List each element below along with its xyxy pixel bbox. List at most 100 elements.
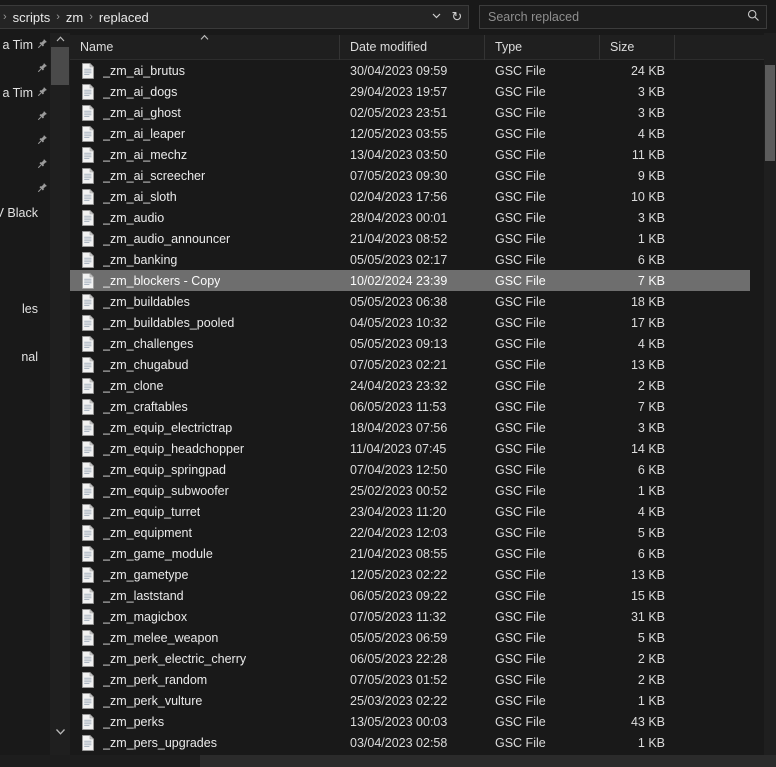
column-header-type[interactable]: Type bbox=[485, 34, 600, 60]
nav-pane-item[interactable] bbox=[0, 321, 50, 345]
nav-pane-item[interactable]: nal bbox=[0, 345, 50, 369]
nav-pane-item[interactable]: d IV Black bbox=[0, 201, 50, 225]
file-name-cell[interactable]: _zm_buildables_pooled bbox=[70, 314, 340, 331]
file-row[interactable]: _zm_perk_electric_cherry 06/05/2023 22:28… bbox=[70, 648, 750, 669]
file-name-cell[interactable]: _zm_game_module bbox=[70, 545, 340, 562]
file-row[interactable]: _zm_audio 28/04/2023 00:01 GSC File 3 KB bbox=[70, 207, 750, 228]
breadcrumb-item-replaced[interactable]: replaced bbox=[94, 8, 154, 27]
file-name-cell[interactable]: _zm_blockers - Copy bbox=[70, 272, 340, 289]
file-row[interactable]: _zm_blockers - Copy 10/02/2024 23:39 GSC F… bbox=[70, 270, 750, 291]
file-name-cell[interactable]: _zm_ai_mechz bbox=[70, 146, 340, 163]
file-row[interactable]: _zm_equip_turret 23/04/2023 11:20 GSC File… bbox=[70, 501, 750, 522]
file-name-cell[interactable]: _zm_banking bbox=[70, 251, 340, 268]
file-row[interactable]: _zm_game_module 21/04/2023 08:55 GSC File 6… bbox=[70, 543, 750, 564]
pin-icon[interactable] bbox=[37, 62, 48, 76]
file-name-cell[interactable]: _zm_equip_headchopper bbox=[70, 440, 340, 457]
file-name-cell[interactable]: _zm_challenges bbox=[70, 335, 340, 352]
pin-icon[interactable] bbox=[37, 158, 48, 172]
file-name-cell[interactable]: _zm_gametype bbox=[70, 566, 340, 583]
column-header-size[interactable]: Size bbox=[600, 34, 675, 60]
file-name-cell[interactable]: _zm_audio bbox=[70, 209, 340, 226]
file-row[interactable]: _zm_craftables 06/05/2023 11:53 GSC File 7 … bbox=[70, 396, 750, 417]
file-row[interactable]: _zm_clone 24/04/2023 23:32 GSC File 2 KB bbox=[70, 375, 750, 396]
search-input[interactable]: Search replaced bbox=[480, 10, 740, 24]
nav-pane-item[interactable] bbox=[0, 57, 50, 81]
file-row[interactable]: _zm_equip_electrictrap 18/04/2023 07:56 GS… bbox=[70, 417, 750, 438]
file-name-cell[interactable]: _zm_buildables bbox=[70, 293, 340, 310]
search-icon[interactable] bbox=[740, 9, 766, 25]
pin-icon[interactable] bbox=[37, 38, 48, 52]
file-row[interactable]: _zm_equip_subwoofer 25/02/2023 00:52 GSC F… bbox=[70, 480, 750, 501]
nav-pane-item[interactable] bbox=[0, 177, 50, 201]
chevron-down-icon[interactable] bbox=[50, 727, 70, 739]
nav-pane-item[interactable]: a Tim bbox=[0, 81, 50, 105]
nav-pane-item[interactable]: les bbox=[0, 297, 50, 321]
nav-pane-item[interactable]: a Tim bbox=[0, 33, 50, 57]
file-name-cell[interactable]: _zm_magicbox bbox=[70, 608, 340, 625]
nav-pane-item[interactable] bbox=[0, 129, 50, 153]
nav-pane-item[interactable] bbox=[0, 153, 50, 177]
file-name-cell[interactable]: _zm_ai_brutus bbox=[70, 62, 340, 79]
file-name-cell[interactable]: _zm_chugabud bbox=[70, 356, 340, 373]
file-row[interactable]: _zm_magicbox 07/05/2023 11:32 GSC File 31 K… bbox=[70, 606, 750, 627]
file-row[interactable]: _zm_challenges 05/05/2023 09:13 GSC File 4 … bbox=[70, 333, 750, 354]
file-row[interactable]: _zm_ai_screecher 07/05/2023 09:30 GSC File… bbox=[70, 165, 750, 186]
breadcrumb-item-scripts[interactable]: scripts bbox=[8, 8, 56, 27]
file-name-cell[interactable]: _zm_equip_springpad bbox=[70, 461, 340, 478]
file-name-cell[interactable]: _zm_ai_dogs bbox=[70, 83, 340, 100]
file-row[interactable]: _zm_buildables_pooled 04/05/2023 10:32 GSC… bbox=[70, 312, 750, 333]
file-row[interactable]: _zm_ai_brutus 30/04/2023 09:59 GSC File 24 … bbox=[70, 60, 750, 81]
file-row[interactable]: _zm_laststand 06/05/2023 09:22 GSC File 15 … bbox=[70, 585, 750, 606]
file-name-cell[interactable]: _zm_ai_leaper bbox=[70, 125, 340, 142]
file-name-cell[interactable]: _zm_laststand bbox=[70, 587, 340, 604]
pin-icon[interactable] bbox=[37, 86, 48, 100]
file-name-cell[interactable]: _zm_equip_subwoofer bbox=[70, 482, 340, 499]
file-name-cell[interactable]: _zm_ai_sloth bbox=[70, 188, 340, 205]
file-row[interactable]: _zm_audio_announcer 21/04/2023 08:52 GSC F… bbox=[70, 228, 750, 249]
file-name-cell[interactable]: _zm_equip_turret bbox=[70, 503, 340, 520]
vertical-scrollbar[interactable] bbox=[764, 33, 776, 755]
file-name-cell[interactable]: _zm_ai_ghost bbox=[70, 104, 340, 121]
file-name-cell[interactable]: _zm_equipment bbox=[70, 524, 340, 541]
file-name-cell[interactable]: _zm_perks bbox=[70, 713, 340, 730]
search-box[interactable]: Search replaced bbox=[479, 5, 767, 29]
file-name-cell[interactable]: _zm_ai_screecher bbox=[70, 167, 340, 184]
nav-pane-item[interactable] bbox=[0, 225, 50, 249]
file-name-cell[interactable]: _zm_melee_weapon bbox=[70, 629, 340, 646]
file-row[interactable]: _zm_ai_ghost 02/05/2023 23:51 GSC File 3 KB bbox=[70, 102, 750, 123]
nav-pane-item[interactable] bbox=[0, 249, 50, 273]
file-list[interactable]: _zm_ai_brutus 30/04/2023 09:59 GSC File 24 … bbox=[70, 60, 750, 755]
file-name-cell[interactable]: _zm_audio_announcer bbox=[70, 230, 340, 247]
file-row[interactable]: _zm_gametype 12/05/2023 02:22 GSC File 13 K… bbox=[70, 564, 750, 585]
file-row[interactable]: _zm_perk_random 07/05/2023 01:52 GSC File 2… bbox=[70, 669, 750, 690]
chevron-down-icon[interactable] bbox=[426, 10, 446, 24]
file-row[interactable]: _zm_ai_dogs 29/04/2023 19:57 GSC File 3 KB bbox=[70, 81, 750, 102]
file-name-cell[interactable]: _zm_craftables bbox=[70, 398, 340, 415]
address-bar[interactable]: › scripts › zm › replaced ↻ bbox=[0, 5, 469, 29]
chevron-up-icon[interactable] bbox=[50, 35, 70, 45]
nav-pane-item[interactable] bbox=[0, 105, 50, 129]
navigation-pane-scrollbar[interactable] bbox=[50, 33, 70, 767]
file-name-cell[interactable]: _zm_clone bbox=[70, 377, 340, 394]
scrollbar-thumb[interactable] bbox=[51, 47, 69, 85]
column-header-name[interactable]: Name bbox=[70, 34, 340, 60]
file-row[interactable]: _zm_ai_leaper 12/05/2023 03:55 GSC File 4 K… bbox=[70, 123, 750, 144]
file-row[interactable]: _zm_pers_upgrades 03/04/2023 02:58 GSC Fil… bbox=[70, 732, 750, 753]
file-row[interactable]: _zm_equip_headchopper 11/04/2023 07:45 GSC… bbox=[70, 438, 750, 459]
pin-icon[interactable] bbox=[37, 182, 48, 196]
file-row[interactable]: _zm_ai_sloth 02/04/2023 17:56 GSC File 10 K… bbox=[70, 186, 750, 207]
file-row[interactable]: _zm_melee_weapon 05/05/2023 06:59 GSC File… bbox=[70, 627, 750, 648]
file-name-cell[interactable]: _zm_perk_electric_cherry bbox=[70, 650, 340, 667]
file-row[interactable]: _zm_ai_mechz 13/04/2023 03:50 GSC File 11 K… bbox=[70, 144, 750, 165]
refresh-icon[interactable]: ↻ bbox=[446, 9, 468, 25]
scrollbar-thumb[interactable] bbox=[765, 65, 775, 161]
file-name-cell[interactable]: _zm_equip_electrictrap bbox=[70, 419, 340, 436]
breadcrumb[interactable]: › scripts › zm › replaced bbox=[0, 8, 426, 27]
file-row[interactable]: _zm_banking 05/05/2023 02:17 GSC File 6 KB bbox=[70, 249, 750, 270]
file-row[interactable]: _zm_perks 13/05/2023 00:03 GSC File 43 KB bbox=[70, 711, 750, 732]
pin-icon[interactable] bbox=[37, 110, 48, 124]
file-row[interactable]: _zm_equipment 22/04/2023 12:03 GSC File 5 K… bbox=[70, 522, 750, 543]
file-name-cell[interactable]: _zm_pers_upgrades bbox=[70, 734, 340, 751]
breadcrumb-item-zm[interactable]: zm bbox=[61, 8, 88, 27]
file-name-cell[interactable]: _zm_perk_vulture bbox=[70, 692, 340, 709]
